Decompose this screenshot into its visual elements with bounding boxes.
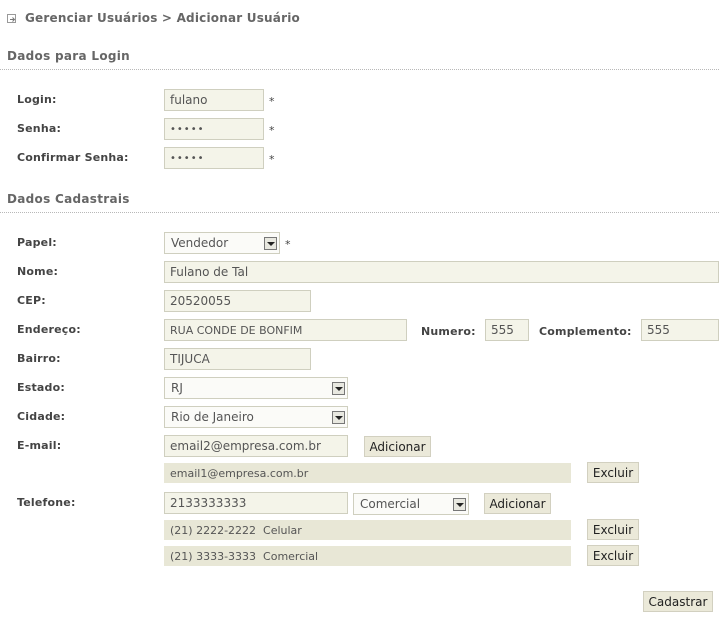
papel-select-value: Vendedor: [171, 236, 229, 250]
nome-label: Nome:: [17, 265, 59, 278]
breadcrumb: Gerenciar Usuários > Adicionar Usuário: [7, 10, 300, 26]
confirmar-senha-input[interactable]: •••••: [164, 147, 264, 169]
papel-select[interactable]: Vendedor: [164, 232, 280, 254]
chevron-down-icon[interactable]: [332, 381, 345, 395]
chevron-down-icon[interactable]: [264, 236, 277, 250]
telefone-list-item: (21) 3333-3333 Comercial: [164, 546, 571, 566]
nome-input[interactable]: Fulano de Tal: [164, 261, 719, 283]
chevron-down-icon[interactable]: [453, 497, 466, 511]
required-mark: *: [269, 124, 275, 137]
section-title-cadastro: Dados Cadastrais: [7, 192, 130, 206]
breadcrumb-text[interactable]: Gerenciar Usuários > Adicionar Usuário: [25, 11, 300, 25]
telefone-tipo-select[interactable]: Comercial: [353, 493, 469, 515]
senha-label: Senha:: [17, 122, 62, 135]
senha-input[interactable]: •••••: [164, 118, 264, 140]
chevron-down-icon[interactable]: [332, 410, 345, 424]
arrow-right-icon: [7, 13, 16, 23]
complemento-label: Complemento:: [539, 325, 632, 338]
telefone-input[interactable]: 2133333333: [164, 492, 348, 514]
numero-label: Numero:: [421, 325, 476, 338]
endereco-label: Endereço:: [17, 323, 81, 336]
login-label: Login:: [17, 93, 57, 106]
cep-label: CEP:: [17, 294, 46, 307]
cidade-select-value: Rio de Janeiro: [171, 410, 254, 424]
papel-label: Papel:: [17, 236, 57, 249]
required-mark: *: [269, 95, 275, 108]
email-label: E-mail:: [17, 439, 62, 452]
login-input[interactable]: fulano: [164, 89, 264, 111]
telefone-tipo-select-value: Comercial: [360, 497, 421, 511]
required-mark: *: [285, 238, 291, 251]
cep-input[interactable]: 20520055: [164, 290, 311, 312]
confirmar-senha-label: Confirmar Senha:: [17, 151, 129, 164]
email-list-item: email1@empresa.com.br: [164, 463, 571, 483]
divider: [0, 69, 719, 70]
estado-select-value: RJ: [171, 381, 183, 395]
email-input[interactable]: email2@empresa.com.br: [164, 435, 348, 457]
complemento-input[interactable]: 555: [641, 319, 719, 341]
remove-telefone-button[interactable]: Excluir: [587, 545, 639, 566]
endereco-input[interactable]: RUA CONDE DE BONFIM: [164, 319, 407, 341]
estado-label: Estado:: [17, 381, 65, 394]
remove-telefone-button[interactable]: Excluir: [587, 519, 639, 540]
add-email-button[interactable]: Adicionar: [364, 436, 431, 457]
remove-email-button[interactable]: Excluir: [587, 462, 639, 483]
cadastrar-button[interactable]: Cadastrar: [643, 591, 713, 612]
divider: [0, 212, 719, 213]
numero-input[interactable]: 555: [485, 319, 529, 341]
telefone-label: Telefone:: [17, 496, 76, 509]
estado-select[interactable]: RJ: [164, 377, 348, 399]
section-title-login: Dados para Login: [7, 49, 131, 63]
required-mark: *: [269, 153, 275, 166]
bairro-input[interactable]: TIJUCA: [164, 348, 311, 370]
add-telefone-button[interactable]: Adicionar: [484, 493, 551, 514]
cidade-label: Cidade:: [17, 410, 66, 423]
telefone-list-item: (21) 2222-2222 Celular: [164, 520, 571, 540]
bairro-label: Bairro:: [17, 352, 61, 365]
cidade-select[interactable]: Rio de Janeiro: [164, 406, 348, 428]
